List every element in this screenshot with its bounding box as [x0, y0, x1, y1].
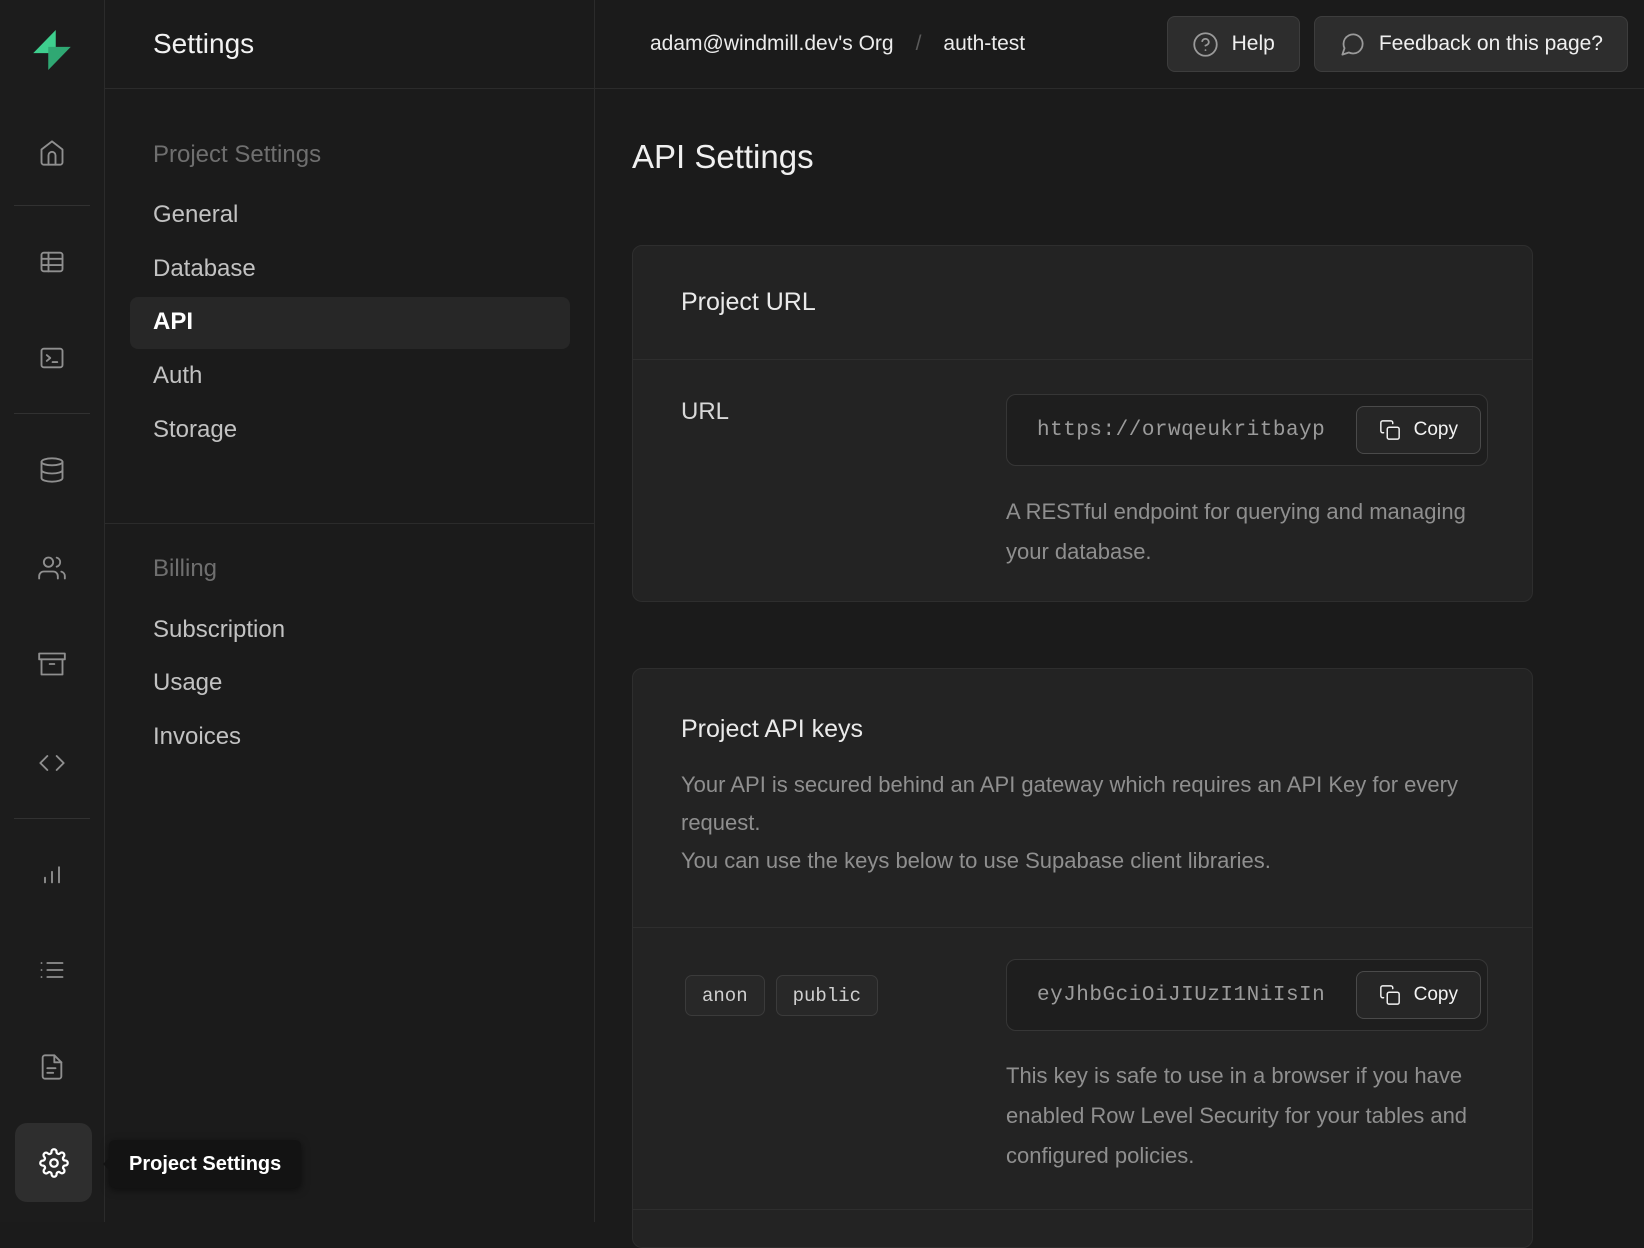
logs-list-icon[interactable]	[24, 942, 80, 998]
tooltip-label: Project Settings	[129, 1153, 281, 1176]
nav-section-billing: Billing	[153, 555, 217, 583]
supabase-logo[interactable]	[27, 25, 77, 75]
nav-item-general[interactable]: General	[153, 201, 238, 229]
breadcrumb-project[interactable]: auth-test	[943, 32, 1025, 56]
project-url-value: https://orwqeukritbayp	[1007, 419, 1325, 442]
settings-nav-panel: Settings Project Settings General Databa…	[105, 0, 595, 1222]
nav-title: Settings	[153, 28, 254, 60]
copy-anon-key-button[interactable]: Copy	[1356, 971, 1481, 1019]
functions-code-icon[interactable]	[24, 735, 80, 791]
project-api-keys-card: Project API keys Your API is secured beh…	[632, 668, 1533, 1248]
api-keys-card-header: Project API keys Your API is secured beh…	[633, 669, 1532, 928]
nav-item-subscription[interactable]: Subscription	[153, 616, 285, 644]
help-button-label: Help	[1232, 32, 1275, 56]
nav-item-invoices[interactable]: Invoices	[153, 723, 241, 751]
nav-divider	[105, 523, 594, 524]
rail-divider	[14, 205, 90, 206]
breadcrumb-org[interactable]: adam@windmill.dev's Org	[650, 32, 894, 56]
copy-anon-key-label: Copy	[1414, 984, 1458, 1006]
help-circle-icon	[1192, 31, 1219, 58]
copy-icon	[1379, 984, 1401, 1006]
url-description: A RESTful endpoint for querying and mana…	[1006, 492, 1466, 572]
rail-divider	[14, 413, 90, 414]
copy-url-label: Copy	[1414, 419, 1458, 441]
database-icon[interactable]	[24, 442, 80, 498]
project-url-card: Project URL URL https://orwqeukritbayp C…	[632, 245, 1533, 602]
nav-section-project-settings: Project Settings	[153, 141, 321, 169]
anon-key-input[interactable]: eyJhbGciOiJIUzI1NiIsIn Copy	[1006, 959, 1488, 1031]
feedback-button-label: Feedback on this page?	[1379, 32, 1603, 56]
feedback-button[interactable]: Feedback on this page?	[1314, 16, 1628, 72]
page-title: API Settings	[632, 138, 814, 176]
copy-icon	[1379, 419, 1401, 441]
rail-divider	[14, 818, 90, 819]
nav-header: Settings	[105, 0, 594, 89]
settings-gear-icon[interactable]	[15, 1123, 92, 1202]
docs-file-icon[interactable]	[24, 1039, 80, 1095]
sql-terminal-icon[interactable]	[24, 330, 80, 386]
nav-item-api[interactable]: API	[153, 308, 193, 336]
api-keys-intro-2: You can use the keys below to use Supaba…	[681, 842, 1493, 880]
project-settings-tooltip: Project Settings	[109, 1140, 301, 1188]
storage-archive-icon[interactable]	[24, 636, 80, 692]
nav-item-usage[interactable]: Usage	[153, 669, 222, 697]
help-button[interactable]: Help	[1167, 16, 1300, 72]
url-field-label: URL	[681, 398, 729, 426]
api-keys-intro-1: Your API is secured behind an API gatewa…	[681, 766, 1493, 842]
nav-item-storage[interactable]: Storage	[153, 416, 237, 444]
copy-url-button[interactable]: Copy	[1356, 406, 1481, 454]
reports-chart-icon[interactable]	[24, 845, 80, 901]
nav-active-highlight	[130, 297, 570, 349]
auth-users-icon[interactable]	[24, 540, 80, 596]
table-editor-icon[interactable]	[24, 234, 80, 290]
icon-rail	[0, 0, 105, 1222]
nav-item-auth[interactable]: Auth	[153, 362, 202, 390]
project-url-card-title: Project URL	[681, 288, 816, 317]
breadcrumb-separator: /	[916, 32, 922, 56]
project-url-input[interactable]: https://orwqeukritbayp Copy	[1006, 394, 1488, 466]
anon-key-note: This key is safe to use in a browser if …	[1006, 1056, 1511, 1176]
project-url-card-header: Project URL	[633, 246, 1532, 360]
anon-badge: anon	[685, 975, 765, 1016]
main-content: adam@windmill.dev's Org / auth-test Help…	[595, 0, 1644, 1222]
nav-item-database[interactable]: Database	[153, 255, 256, 283]
main-header: adam@windmill.dev's Org / auth-test Help…	[595, 0, 1644, 89]
anon-key-value: eyJhbGciOiJIUzI1NiIsIn	[1007, 984, 1325, 1007]
api-keys-card-title: Project API keys	[681, 715, 863, 744]
public-badge: public	[776, 975, 878, 1016]
home-icon[interactable]	[24, 125, 80, 181]
anon-key-row: anon public eyJhbGciOiJIUzI1NiIsIn Copy …	[633, 928, 1532, 1210]
speech-bubble-icon	[1339, 31, 1366, 58]
